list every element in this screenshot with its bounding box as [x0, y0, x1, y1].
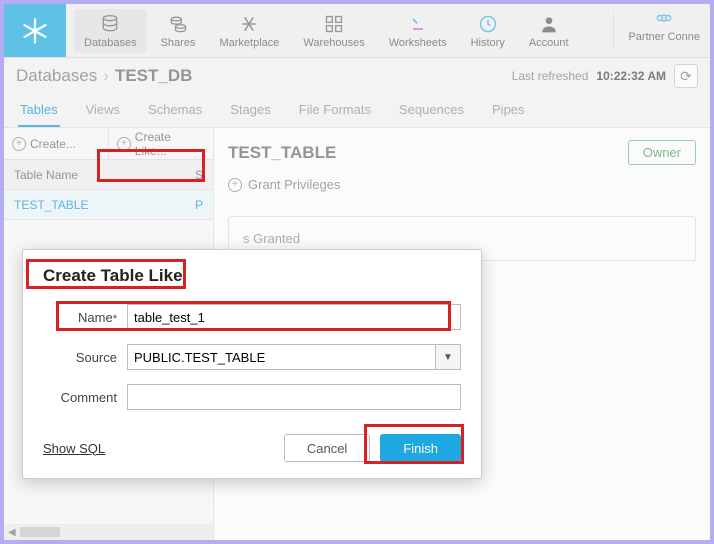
worksheets-icon — [408, 13, 428, 35]
tab-stages[interactable]: Stages — [228, 94, 272, 127]
source-label: Source — [43, 350, 117, 365]
refresh-area: Last refreshed 10:22:32 AM ⟳ — [512, 64, 698, 88]
nav-databases[interactable]: Databases — [74, 9, 147, 53]
plus-icon: + — [117, 137, 131, 151]
nav-worksheets[interactable]: Worksheets — [379, 9, 457, 53]
snowflake-icon — [21, 17, 49, 45]
modal-footer: Show SQL Cancel Finish — [43, 434, 461, 462]
source-input[interactable] — [127, 344, 435, 370]
owner-button[interactable]: Owner — [628, 140, 696, 165]
warehouses-icon — [324, 13, 344, 35]
nav-marketplace[interactable]: Marketplace — [209, 9, 289, 53]
show-sql-link[interactable]: Show SQL — [43, 441, 105, 456]
tab-tables[interactable]: Tables — [18, 94, 60, 127]
h-scrollbar[interactable]: ◀ — [4, 524, 213, 540]
finish-button[interactable]: Finish — [380, 434, 461, 462]
breadcrumb-sep: › — [103, 66, 109, 86]
nav-history[interactable]: History — [461, 9, 515, 53]
name-label: Name* — [43, 310, 117, 325]
create-like-label: Create Like... — [135, 130, 205, 158]
history-icon — [478, 13, 498, 35]
nav-main: Databases Shares Marketplace Warehouses — [66, 4, 609, 57]
breadcrumb-current: TEST_DB — [115, 66, 192, 86]
name-input[interactable] — [127, 304, 461, 330]
required-mark: * — [113, 313, 117, 325]
snowflake-logo[interactable] — [4, 4, 66, 57]
scroll-thumb[interactable] — [20, 527, 60, 537]
breadcrumb-bar: Databases › TEST_DB Last refreshed 10:22… — [4, 58, 710, 94]
refresh-time: 10:22:32 AM — [596, 69, 666, 83]
page-title: TEST_TABLE — [228, 143, 336, 163]
top-toolbar: Databases Shares Marketplace Warehouses — [4, 4, 710, 58]
app-window: Databases Shares Marketplace Warehouses — [4, 4, 710, 540]
chevron-down-icon: ▼ — [443, 352, 453, 363]
breadcrumb-root[interactable]: Databases — [16, 66, 97, 86]
refresh-label: Last refreshed — [512, 69, 589, 83]
tab-views[interactable]: Views — [84, 94, 122, 127]
shares-icon — [168, 13, 188, 35]
refresh-icon: ⟳ — [680, 68, 692, 85]
nav-partner-connect[interactable]: Partner Conne — [618, 4, 710, 57]
refresh-button[interactable]: ⟳ — [674, 64, 698, 88]
cancel-button[interactable]: Cancel — [284, 434, 370, 462]
panel-text: s Granted — [243, 231, 300, 246]
row-name: Name* — [43, 304, 461, 330]
col-name: Table Name — [14, 168, 195, 182]
create-like-button[interactable]: + Create Like... — [109, 128, 213, 159]
nav-label: Partner Conne — [628, 31, 700, 43]
table-row[interactable]: TEST_TABLE P — [4, 190, 213, 220]
nav-label: Databases — [84, 37, 137, 49]
nav-label: History — [471, 37, 505, 49]
database-icon — [100, 13, 120, 35]
modal-title: Create Table Like — [43, 266, 183, 286]
name-label-text: Name — [78, 310, 113, 325]
source-dropdown-button[interactable]: ▼ — [435, 344, 461, 370]
tab-schemas[interactable]: Schemas — [146, 94, 204, 127]
create-table-like-modal: Create Table Like Name* Source ▼ Comment… — [22, 249, 482, 479]
source-combo: ▼ — [127, 344, 461, 370]
account-icon — [539, 13, 559, 35]
nav-label: Marketplace — [219, 37, 279, 49]
col-status: S — [195, 168, 203, 182]
nav-label: Warehouses — [303, 37, 364, 49]
comment-input[interactable] — [127, 384, 461, 410]
create-label: Create... — [30, 137, 76, 151]
nav-label: Worksheets — [389, 37, 447, 49]
grant-label: Grant Privileges — [248, 177, 340, 192]
create-button[interactable]: + Create... — [4, 128, 109, 159]
row-status: P — [195, 198, 203, 212]
breadcrumb: Databases › TEST_DB — [16, 66, 192, 86]
scroll-left-icon[interactable]: ◀ — [8, 527, 16, 538]
row-name: TEST_TABLE — [14, 198, 195, 212]
tabs-bar: Tables Views Schemas Stages File Formats… — [4, 94, 710, 128]
nav-warehouses[interactable]: Warehouses — [293, 9, 374, 53]
marketplace-icon — [239, 13, 259, 35]
right-header: TEST_TABLE Owner — [228, 140, 696, 165]
nav-account[interactable]: Account — [519, 9, 579, 53]
nav-shares[interactable]: Shares — [151, 9, 206, 53]
tab-fileformats[interactable]: File Formats — [297, 94, 373, 127]
modal-buttons: Cancel Finish — [284, 434, 461, 462]
nav-separator — [613, 12, 614, 49]
row-comment: Comment — [43, 384, 461, 410]
tab-sequences[interactable]: Sequences — [397, 94, 466, 127]
plus-icon: + — [12, 137, 26, 151]
plus-icon: + — [228, 178, 242, 192]
row-source: Source ▼ — [43, 344, 461, 370]
nav-label: Shares — [161, 37, 196, 49]
table-header: Table Name S — [4, 160, 213, 190]
comment-label: Comment — [43, 390, 117, 405]
grant-privileges-button[interactable]: + Grant Privileges — [228, 177, 696, 192]
nav-label: Account — [529, 37, 569, 49]
tab-pipes[interactable]: Pipes — [490, 94, 527, 127]
left-actions: + Create... + Create Like... — [4, 128, 213, 160]
partner-icon — [654, 8, 674, 31]
